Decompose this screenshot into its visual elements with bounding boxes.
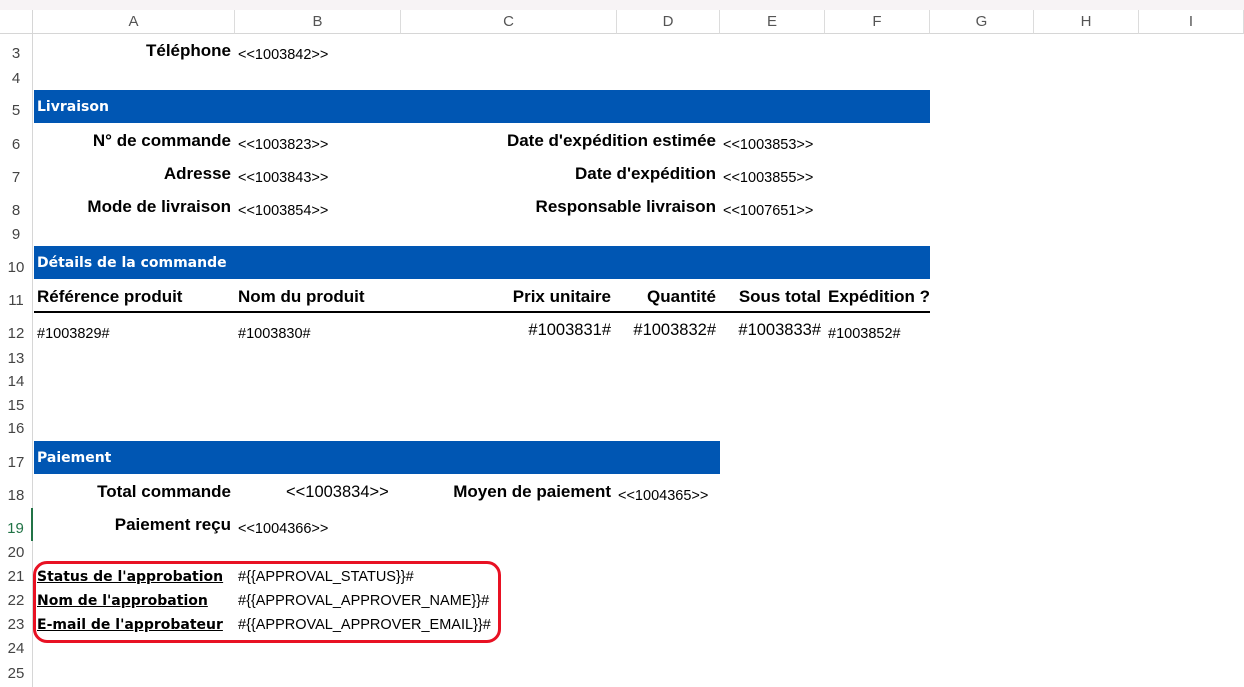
payment-section-header: Paiement	[34, 441, 720, 474]
row-header-11[interactable]: 11	[0, 280, 33, 314]
row-header-18[interactable]: 18	[0, 475, 33, 508]
col-quantity: Quantité	[647, 287, 716, 306]
column-header-e[interactable]: E	[720, 10, 825, 34]
row-header-12[interactable]: 12	[0, 314, 33, 348]
row-header-14[interactable]: 14	[0, 371, 33, 395]
unit-price-value[interactable]: #1003831#	[402, 321, 611, 340]
row-header-15[interactable]: 15	[0, 395, 33, 418]
row-header-21[interactable]: 21	[0, 565, 33, 589]
row-header-17[interactable]: 17	[0, 441, 33, 475]
col-shipping: Expédition ?	[828, 287, 930, 306]
row-header-3[interactable]: 3	[0, 34, 33, 68]
header-underline	[34, 311, 930, 313]
shipping-value[interactable]: #1003852#	[828, 326, 901, 342]
estimated-ship-date-value[interactable]: <<1003853>>	[723, 137, 813, 153]
payment-method-label: Moyen de paiement	[453, 482, 611, 501]
row-header-16[interactable]: 16	[0, 418, 33, 441]
column-header-d[interactable]: D	[617, 10, 720, 34]
column-header-a[interactable]: A	[33, 10, 235, 34]
address-label: Adresse	[163, 164, 231, 183]
col-subtotal: Sous total	[738, 287, 821, 306]
ship-date-value[interactable]: <<1003855>>	[723, 170, 813, 186]
row-header-24[interactable]: 24	[0, 637, 33, 661]
quantity-value[interactable]: #1003832#	[617, 321, 716, 340]
order-details-section-header: Détails de la commande	[34, 246, 930, 279]
row-header-8[interactable]: 8	[0, 190, 33, 223]
delivery-manager-value[interactable]: <<1007651>>	[723, 203, 813, 219]
address-value[interactable]: <<1003843>>	[238, 170, 328, 186]
product-name-value[interactable]: #1003830#	[238, 326, 311, 342]
col-product-name: Nom du produit	[238, 287, 365, 306]
row-header-6[interactable]: 6	[0, 124, 33, 157]
column-header-g[interactable]: G	[930, 10, 1034, 34]
row-header-10[interactable]: 10	[0, 246, 33, 280]
select-all-corner[interactable]	[0, 10, 33, 34]
delivery-section-header: Livraison	[34, 90, 930, 123]
order-number-value[interactable]: <<1003823>>	[238, 137, 328, 153]
order-total-value[interactable]: <<1003834>>	[286, 483, 389, 502]
payment-received-label: Paiement reçu	[114, 515, 231, 534]
order-total-label: Total commande	[97, 482, 231, 501]
payment-received-value[interactable]: <<1004366>>	[238, 521, 328, 537]
column-header-i[interactable]: I	[1139, 10, 1244, 34]
row-header-20[interactable]: 20	[0, 541, 33, 565]
row-header-22[interactable]: 22	[0, 589, 33, 613]
column-header-f[interactable]: F	[825, 10, 930, 34]
col-unit-price: Prix unitaire	[512, 287, 611, 306]
column-header-c[interactable]: C	[401, 10, 617, 34]
col-product-reference: Référence produit	[37, 287, 183, 306]
estimated-ship-date-label: Date d'expédition estimée	[506, 131, 716, 150]
row-header-5[interactable]: 5	[0, 90, 33, 124]
row-header-7[interactable]: 7	[0, 157, 33, 190]
delivery-mode-value[interactable]: <<1003854>>	[238, 203, 328, 219]
ship-date-label: Date d'expédition	[574, 164, 716, 183]
row-header-9[interactable]: 9	[0, 223, 33, 246]
product-reference-value[interactable]: #1003829#	[37, 326, 110, 342]
row-header-4[interactable]: 4	[0, 68, 33, 90]
payment-method-value[interactable]: <<1004365>>	[618, 488, 708, 504]
order-number-label: N° de commande	[92, 131, 231, 150]
delivery-manager-label: Responsable livraison	[535, 197, 716, 216]
row-header-19[interactable]: 19	[0, 508, 33, 541]
phone-label: Téléphone	[145, 41, 231, 60]
row-header-23[interactable]: 23	[0, 613, 33, 637]
phone-value[interactable]: <<1003842>>	[238, 47, 328, 63]
highlight-box	[33, 561, 501, 643]
delivery-mode-label: Mode de livraison	[87, 197, 231, 216]
column-header-b[interactable]: B	[235, 10, 401, 34]
row-header-25[interactable]: 25	[0, 661, 33, 687]
subtotal-value[interactable]: #1003833#	[720, 321, 821, 340]
column-header-h[interactable]: H	[1034, 10, 1139, 34]
row-header-13[interactable]: 13	[0, 348, 33, 371]
